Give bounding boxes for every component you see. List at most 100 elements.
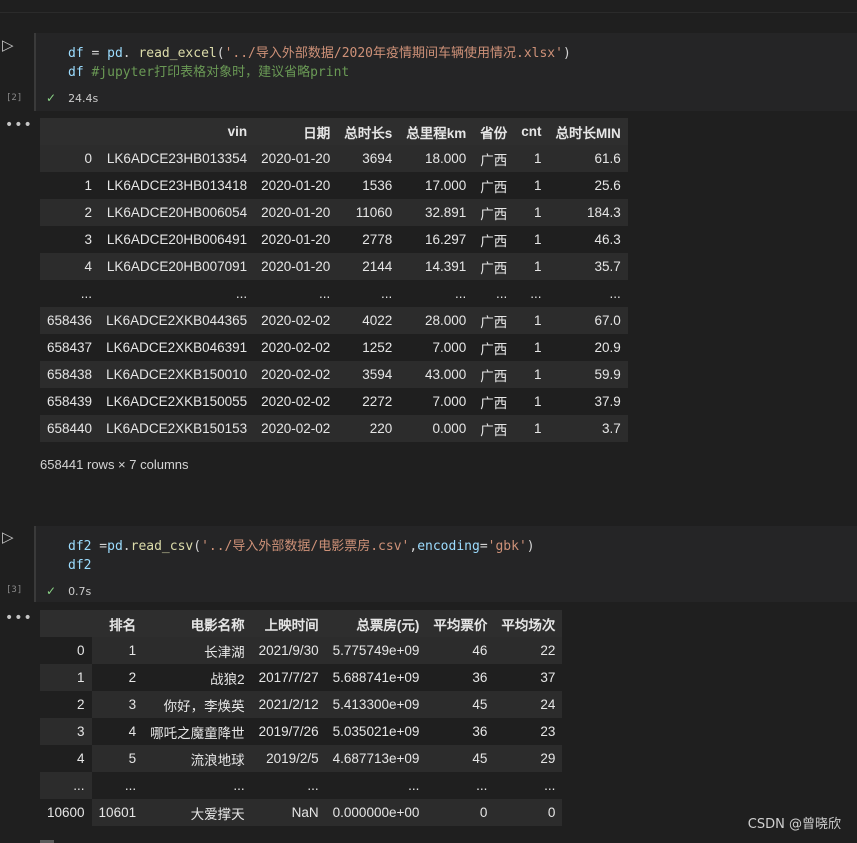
table-row: 658436 LK6ADCE2XKB044365 2020-02-02 4022 28.… bbox=[40, 307, 628, 334]
table-cell: 广西 bbox=[473, 253, 515, 280]
table-cell: ... bbox=[143, 772, 252, 799]
row-index: 2 bbox=[40, 691, 92, 718]
table-row: 2 LK6ADCE20HB006054 2020-01-20 11060 32.891 广… bbox=[40, 199, 628, 226]
table-cell: 5.413300e+09 bbox=[325, 691, 427, 718]
table-cell: 2144 bbox=[337, 253, 400, 280]
row-index: 3 bbox=[40, 718, 92, 745]
table-cell: LK6ADCE20HB007091 bbox=[99, 253, 255, 280]
table-cell: 5.775749e+09 bbox=[325, 637, 427, 664]
row-index: 658437 bbox=[40, 334, 100, 361]
table-cell: 46 bbox=[426, 637, 495, 664]
output-actions-button[interactable]: ••• bbox=[5, 610, 33, 626]
watermark: CSDN @曾晓欣 bbox=[747, 817, 841, 832]
table-cell: 45 bbox=[426, 745, 495, 772]
table-cell: 广西 bbox=[473, 226, 515, 253]
table-cell: LK6ADCE2XKB150153 bbox=[99, 415, 255, 442]
table-cell: 2020-01-20 bbox=[254, 199, 338, 226]
table-cell: 0 bbox=[494, 799, 563, 826]
table-cell: 37.9 bbox=[548, 388, 628, 415]
row-index: 1 bbox=[40, 664, 92, 691]
run-cell-button[interactable]: ▷ bbox=[2, 528, 14, 546]
code-token: pd bbox=[107, 46, 123, 61]
table-cell: 10601 bbox=[91, 799, 144, 826]
table-row: ........................ bbox=[40, 280, 628, 307]
table-cell: 2020-02-02 bbox=[254, 415, 338, 442]
table-cell: 0.000 bbox=[399, 415, 474, 442]
table-cell: 1 bbox=[91, 637, 144, 664]
code-token: ) bbox=[526, 539, 535, 554]
table-cell: 3.7 bbox=[548, 415, 628, 442]
table-cell: ... bbox=[91, 772, 144, 799]
row-index: 658438 bbox=[40, 361, 100, 388]
table-cell: 45 bbox=[426, 691, 495, 718]
table-cell: 36 bbox=[426, 718, 495, 745]
column-header: 省份 bbox=[473, 118, 515, 145]
table-cell: 1 bbox=[514, 199, 549, 226]
row-index: 4 bbox=[40, 253, 100, 280]
column-header bbox=[40, 118, 100, 145]
code-token: '../导入外部数据/2020年疫情期间车辆使用情况.xlsx' bbox=[224, 46, 563, 61]
table-cell: 7.000 bbox=[399, 334, 474, 361]
table-cell: 184.3 bbox=[548, 199, 628, 226]
row-index: 658440 bbox=[40, 415, 100, 442]
table-cell: NaN bbox=[251, 799, 326, 826]
table-cell: ... bbox=[99, 280, 255, 307]
dataframe-table: vin 日期 总时长s 总里程km 省份 cnt 总时长MIN 0 LK6ADCE23HB01… bbox=[40, 118, 628, 442]
row-index: ... bbox=[40, 772, 92, 799]
table-cell: 3 bbox=[91, 691, 144, 718]
column-header: 上映时间 bbox=[251, 610, 326, 637]
execution-count: [3] bbox=[6, 585, 23, 595]
code-token: df2 bbox=[68, 558, 92, 573]
table-cell: 2017/7/27 bbox=[251, 664, 326, 691]
code-cell[interactable]: df2 =pd.read_csv('../导入外部数据/电影票房.csv',en… bbox=[34, 526, 857, 602]
table-cell: 2778 bbox=[337, 226, 400, 253]
execution-count: [2] bbox=[6, 93, 23, 103]
table-header-row: vin 日期 总时长s 总里程km 省份 cnt 总时长MIN bbox=[40, 118, 628, 145]
table-cell: 广西 bbox=[473, 361, 515, 388]
table-cell: 2020-02-02 bbox=[254, 307, 338, 334]
table-row: 1 2 战狼2 2017/7/27 5.688741e+09 36 37 bbox=[40, 664, 563, 691]
cell-status: ✓ 0.7s bbox=[46, 584, 91, 598]
table-cell: 2 bbox=[91, 664, 144, 691]
table-cell: 1 bbox=[514, 334, 549, 361]
code-token: #jupyter打印表格对象时，建议省略print bbox=[91, 65, 350, 80]
table-row: 658440 LK6ADCE2XKB150153 2020-02-02 220 0.00… bbox=[40, 415, 628, 442]
table-row: 3 LK6ADCE20HB006491 2020-01-20 2778 16.297 广西… bbox=[40, 226, 628, 253]
column-header: cnt bbox=[514, 118, 549, 145]
table-cell: 67.0 bbox=[548, 307, 628, 334]
code-token: encoding bbox=[417, 539, 480, 554]
code-token: = bbox=[91, 539, 108, 554]
table-cell: 2020-01-20 bbox=[254, 145, 338, 172]
table-cell: LK6ADCE2XKB150055 bbox=[99, 388, 255, 415]
table-cell: 23 bbox=[494, 718, 563, 745]
table-cell: 29 bbox=[494, 745, 563, 772]
cell-status: ✓ 24.4s bbox=[46, 91, 98, 105]
row-index: 0 bbox=[40, 145, 100, 172]
row-index: ... bbox=[40, 280, 100, 307]
code-token: df2 bbox=[68, 539, 92, 554]
execution-duration: 0.7s bbox=[68, 585, 92, 598]
table-cell: 46.3 bbox=[548, 226, 628, 253]
code-token: read_csv bbox=[130, 539, 194, 554]
more-actions-icon: ••• bbox=[5, 610, 33, 626]
code-token: 'gbk' bbox=[487, 539, 527, 554]
run-cell-button[interactable]: ▷ bbox=[2, 36, 14, 54]
row-index: 4 bbox=[40, 745, 92, 772]
table-cell: 1252 bbox=[337, 334, 400, 361]
table-cell: ... bbox=[548, 280, 628, 307]
table-cell: 0 bbox=[426, 799, 495, 826]
code-line: df #jupyter打印表格对象时，建议省略print bbox=[68, 63, 857, 82]
code-token: = bbox=[479, 539, 488, 554]
table-cell: 24 bbox=[494, 691, 563, 718]
table-cell: 5.035021e+09 bbox=[325, 718, 427, 745]
row-index: 2 bbox=[40, 199, 100, 226]
output-actions-button[interactable]: ••• bbox=[5, 117, 33, 133]
table-cell: 59.9 bbox=[548, 361, 628, 388]
code-line: df = pd. read_excel('../导入外部数据/2020年疫情期间… bbox=[68, 44, 857, 63]
row-index: 3 bbox=[40, 226, 100, 253]
table-cell: 1536 bbox=[337, 172, 400, 199]
table-cell: ... bbox=[514, 280, 549, 307]
table-cell: 32.891 bbox=[399, 199, 474, 226]
table-cell: 1 bbox=[514, 253, 549, 280]
code-cell[interactable]: df = pd. read_excel('../导入外部数据/2020年疫情期间… bbox=[34, 33, 857, 111]
